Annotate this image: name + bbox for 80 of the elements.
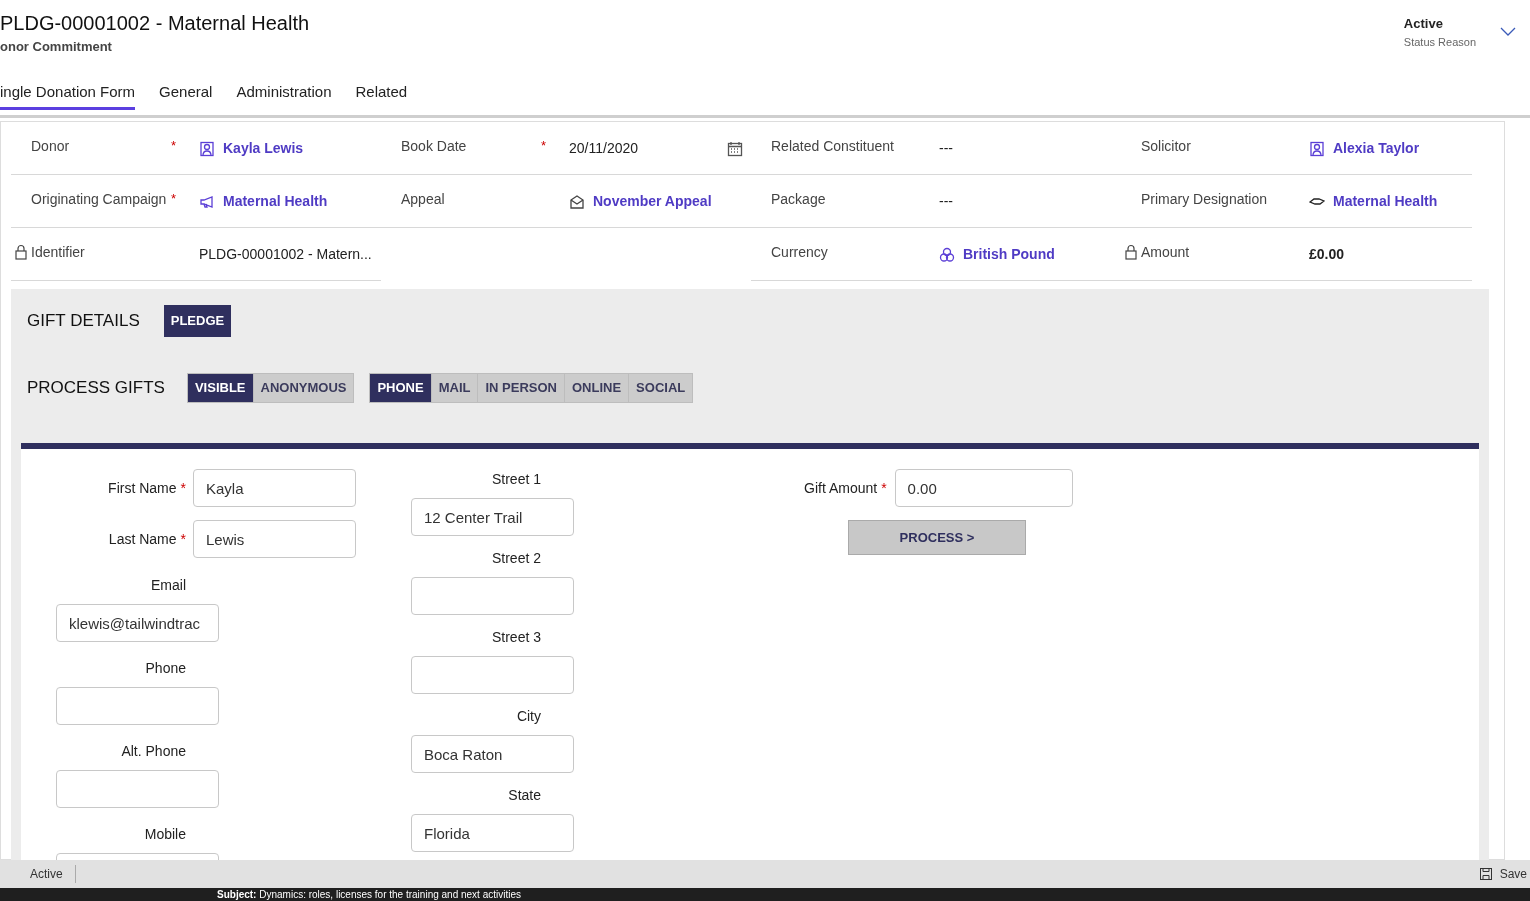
- required-mark: *: [171, 191, 177, 206]
- field-label: Amount: [1141, 243, 1191, 262]
- record-type: onor Commitment: [0, 38, 113, 56]
- field-label: Package: [771, 190, 827, 209]
- toggle-button[interactable]: MAIL: [431, 374, 479, 402]
- envelope-icon: [569, 193, 585, 210]
- input-label: Street 2: [490, 549, 541, 568]
- lookup-link[interactable]: Kayla Lewis: [223, 138, 304, 159]
- input-label: Street 1: [490, 470, 541, 489]
- input-label: State: [507, 786, 541, 805]
- toggle-button[interactable]: VISIBLE: [187, 374, 254, 402]
- field-label: Related Constituent: [771, 137, 895, 156]
- lock-icon: [1125, 244, 1137, 260]
- chevron-down-icon[interactable]: [1500, 26, 1516, 38]
- field-label: Book Date: [401, 137, 468, 156]
- calendar-icon[interactable]: [727, 140, 743, 157]
- field-label: Solicitor: [1141, 137, 1192, 156]
- input-label: Gift Amount *: [804, 478, 887, 498]
- input-label: Alt. Phone: [120, 742, 186, 761]
- field-value: ---: [939, 192, 953, 211]
- field-label: Donor: [31, 137, 71, 156]
- section-title: PROCESS GIFTS: [27, 377, 165, 400]
- input-label: Email: [150, 576, 186, 595]
- text-input[interactable]: Florida: [411, 814, 574, 852]
- lookup-link[interactable]: November Appeal: [593, 191, 712, 212]
- field-value: £0.00: [1309, 245, 1345, 264]
- pledge-tag: PLEDGE: [163, 305, 232, 337]
- required-mark: *: [171, 138, 177, 153]
- contact-card-icon: [1309, 140, 1325, 157]
- field-value: ---: [939, 139, 953, 158]
- status-label: Status Reason: [1403, 34, 1476, 50]
- section-title: GIFT DETAILS: [27, 310, 140, 333]
- notification-text: Subject: Dynamics: roles, licenses for the training and next activities: [217, 888, 522, 901]
- text-input[interactable]: klewis@tailwindtrac: [56, 604, 219, 642]
- input-label: Mobile: [143, 825, 186, 844]
- coins-icon: [939, 246, 955, 263]
- input-label: First Name *: [107, 478, 186, 498]
- form-tab[interactable]: Administration: [236, 80, 332, 110]
- record-title: PLDG-00001002 - Maternal Health: [0, 11, 311, 36]
- save-button[interactable]: Save: [1479, 865, 1527, 883]
- lookup-link[interactable]: Maternal Health: [223, 191, 328, 212]
- form-tab[interactable]: Related: [355, 80, 408, 110]
- text-input[interactable]: Lewis: [193, 520, 356, 558]
- text-input[interactable]: Boca Raton: [411, 735, 574, 773]
- field-value: PLDG-00001002 - Matern...: [199, 245, 372, 264]
- record-status: Active: [30, 865, 76, 883]
- lookup-link[interactable]: Alexia Taylor: [1333, 138, 1420, 159]
- status-value: Active: [1403, 15, 1444, 33]
- toggle-button[interactable]: ONLINE: [565, 374, 630, 402]
- field-label: Originating Campaign: [31, 190, 168, 209]
- contact-card-icon: [199, 140, 215, 157]
- field-label: Appeal: [401, 190, 446, 209]
- toggle-button[interactable]: IN PERSON: [478, 374, 565, 402]
- input-label: Last Name *: [107, 529, 186, 549]
- save-icon: [1479, 868, 1492, 880]
- toggle-button[interactable]: PHONE: [370, 374, 432, 402]
- text-input[interactable]: [56, 687, 219, 725]
- field-label: Currency: [771, 243, 829, 262]
- text-input[interactable]: Kayla: [193, 469, 356, 507]
- text-input[interactable]: [411, 577, 574, 615]
- form-tab[interactable]: General: [159, 80, 213, 110]
- input-label: Phone: [144, 659, 186, 678]
- process-button[interactable]: PROCESS >: [848, 520, 1026, 555]
- text-input[interactable]: 12 Center Trail: [411, 498, 574, 536]
- field-label: Identifier: [31, 243, 86, 262]
- toggle-button[interactable]: ANONYMOUS: [253, 374, 354, 402]
- field-label: Primary Designation: [1141, 190, 1269, 209]
- text-input[interactable]: 0.00: [894, 469, 1073, 507]
- lock-icon: [15, 244, 27, 260]
- lookup-link[interactable]: Maternal Health: [1333, 191, 1438, 212]
- required-mark: *: [541, 138, 547, 153]
- text-input[interactable]: [411, 656, 574, 694]
- input-label: Street 3: [490, 628, 541, 647]
- field-value: 20/11/2020: [569, 139, 639, 158]
- megaphone-icon: [199, 193, 215, 210]
- form-tab[interactable]: ingle Donation Form: [0, 80, 136, 110]
- input-label: City: [515, 707, 541, 726]
- toggle-button[interactable]: SOCIAL: [629, 374, 693, 402]
- lookup-link[interactable]: British Pound: [963, 244, 1055, 265]
- text-input[interactable]: [56, 770, 219, 808]
